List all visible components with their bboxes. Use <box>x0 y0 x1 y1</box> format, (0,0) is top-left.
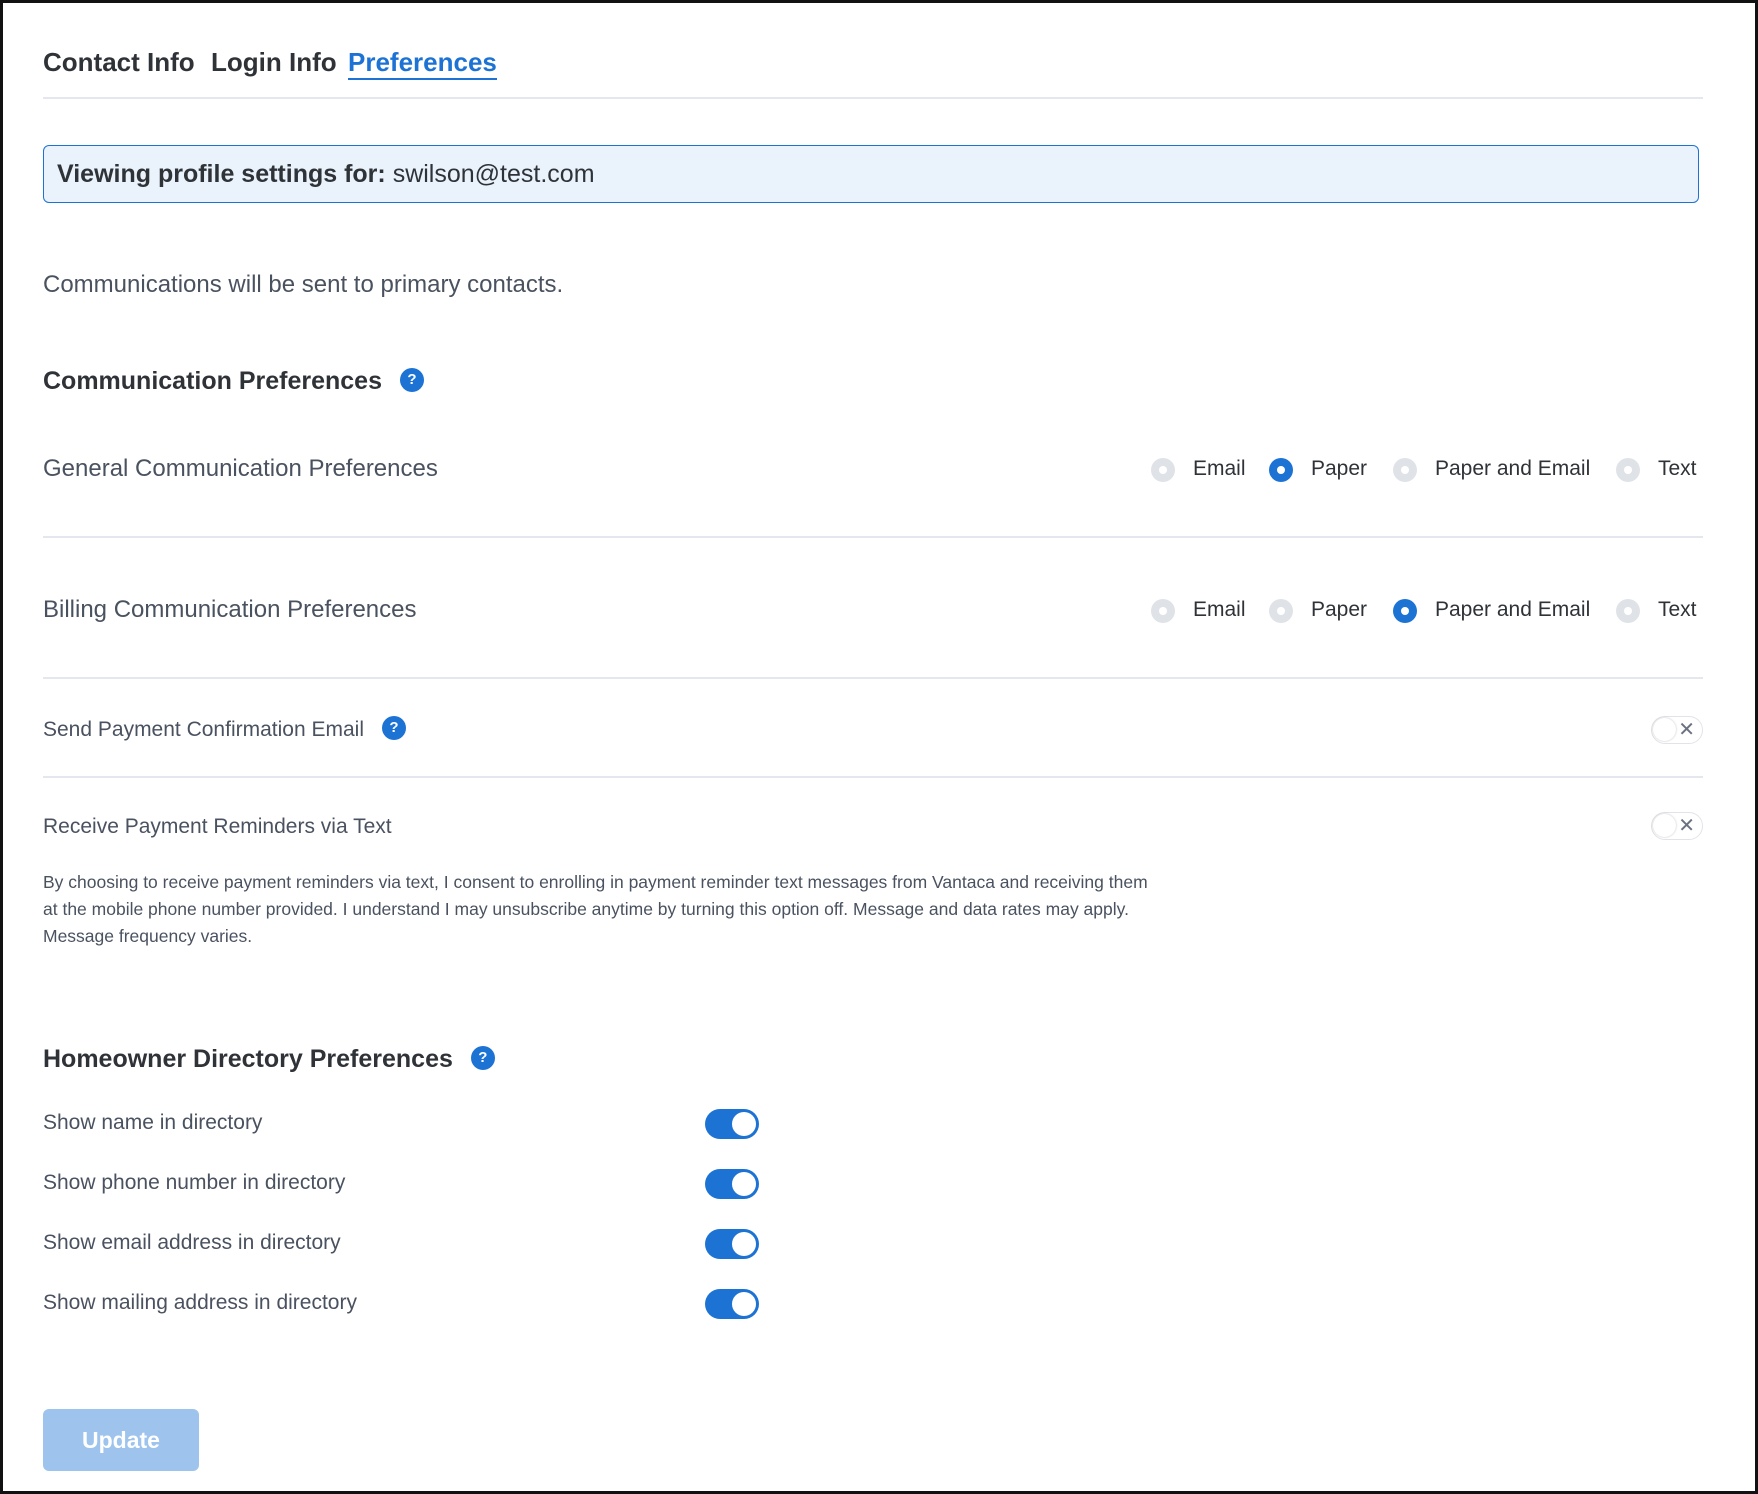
communication-preferences-title: Communication Preferences? <box>43 367 424 396</box>
radio-label: Paper <box>1311 457 1368 480</box>
help-icon[interactable]: ? <box>470 1046 495 1071</box>
tab-bar: Contact Info Login Info Preferences <box>43 47 1703 99</box>
section-title-text: Communication Preferences <box>43 367 382 395</box>
directory-phone-toggle[interactable] <box>705 1169 759 1199</box>
directory-email-toggle[interactable] <box>705 1229 759 1259</box>
directory-phone-label: Show phone number in directory <box>43 1171 346 1194</box>
radio-button[interactable] <box>1151 599 1175 623</box>
payment-reminders-toggle[interactable]: ✕ <box>1651 812 1703 840</box>
profile-banner: Viewing profile settings for: swilson@te… <box>43 145 1699 203</box>
close-icon: ✕ <box>1678 815 1695 837</box>
intro-text: Communications will be sent to primary c… <box>43 271 564 298</box>
general-communication-radio-group: Email Paper Paper and Email Text <box>1151 455 1703 485</box>
radio-label: Text <box>1658 457 1697 480</box>
toggle-knob <box>732 1232 756 1256</box>
toggle-knob <box>732 1112 756 1136</box>
radio-button[interactable] <box>1393 599 1417 623</box>
payment-confirmation-label: Send Payment Confirmation Email <box>43 718 364 741</box>
radio-label: Email <box>1193 598 1246 621</box>
directory-name-toggle[interactable] <box>705 1109 759 1139</box>
section-title-text: Homeowner Directory Preferences <box>43 1045 453 1073</box>
tab-label: Login Info <box>211 47 337 77</box>
directory-name-label: Show name in directory <box>43 1111 263 1134</box>
general-communication-label: General Communication Preferences <box>43 455 438 482</box>
radio-label: Text <box>1658 598 1697 621</box>
toggle-knob <box>1653 814 1676 837</box>
directory-email-label: Show email address in directory <box>43 1231 341 1254</box>
divider <box>43 776 1703 778</box>
banner-email: swilson@test.com <box>392 160 595 188</box>
consent-text: By choosing to receive payment reminders… <box>43 872 1148 946</box>
directory-preferences-title: Homeowner Directory Preferences? <box>43 1045 495 1074</box>
help-icon[interactable]: ? <box>381 716 406 741</box>
radio-button[interactable] <box>1616 458 1640 482</box>
divider <box>43 677 1703 679</box>
tab-login-info[interactable]: Login Info <box>211 47 337 78</box>
billing-communication-radio-group: Email Paper Paper and Email Text <box>1151 596 1703 626</box>
banner-prefix: Viewing profile settings for: <box>57 160 386 188</box>
toggle-knob <box>732 1172 756 1196</box>
divider <box>43 536 1703 538</box>
radio-label: Paper <box>1311 598 1368 621</box>
directory-mailing-toggle[interactable] <box>705 1289 759 1319</box>
radio-button[interactable] <box>1393 458 1417 482</box>
radio-label: Paper and Email <box>1435 598 1591 621</box>
directory-mailing-label: Show mailing address in directory <box>43 1291 357 1314</box>
page-frame: Contact Info Login Info Preferences View… <box>0 0 1758 1494</box>
radio-button[interactable] <box>1151 458 1175 482</box>
close-icon: ✕ <box>1678 719 1695 741</box>
tab-label: Preferences <box>348 47 497 80</box>
billing-communication-label: Billing Communication Preferences <box>43 596 417 623</box>
toggle-knob <box>1653 718 1676 741</box>
update-button[interactable]: Update <box>43 1409 199 1471</box>
payment-confirmation-row: Send Payment Confirmation Email? <box>43 716 406 742</box>
radio-label: Email <box>1193 457 1246 480</box>
radio-button[interactable] <box>1616 599 1640 623</box>
help-icon[interactable]: ? <box>400 368 424 393</box>
radio-button[interactable] <box>1269 599 1293 623</box>
toggle-knob <box>732 1292 756 1316</box>
tab-contact-info[interactable]: Contact Info <box>43 47 195 78</box>
tab-label: Contact Info <box>43 47 195 77</box>
payment-confirmation-toggle[interactable]: ✕ <box>1651 716 1703 744</box>
tab-preferences[interactable]: Preferences <box>348 47 497 80</box>
radio-label: Paper and Email <box>1435 457 1591 480</box>
radio-button[interactable] <box>1269 458 1293 482</box>
payment-reminders-label: Receive Payment Reminders via Text <box>43 815 392 838</box>
